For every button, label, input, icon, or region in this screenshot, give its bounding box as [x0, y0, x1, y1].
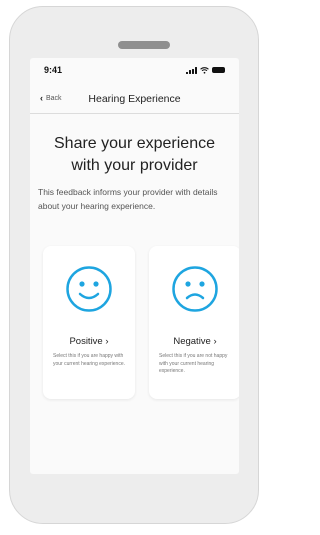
negative-option-card[interactable]: Negative › Select this if you are not ha… [149, 246, 239, 399]
nav-divider [30, 113, 239, 114]
status-bar: 9:41 [30, 58, 239, 82]
description-text: This feedback informs your provider with… [38, 187, 218, 211]
negative-label: Negative › [173, 336, 217, 347]
device-speaker [118, 41, 170, 49]
positive-option-card[interactable]: Positive › Select this if you are happy … [43, 246, 135, 399]
nav-bar: ‹ Back Hearing Experience [30, 90, 239, 110]
negative-description: Select this if you are not happy with yo… [159, 353, 228, 374]
app-screen: 9:41 ‹ Back Hearing Experience Share you… [30, 58, 239, 474]
signal-icon [186, 66, 197, 74]
battery-icon [212, 67, 225, 73]
status-icons [186, 66, 225, 74]
smiley-happy-icon [66, 266, 112, 312]
headline-line-2: with your provider [71, 157, 198, 174]
headline: Share your experience with your provider [30, 133, 239, 177]
smiley-sad-icon [172, 266, 218, 312]
wifi-icon [200, 66, 209, 74]
page-title: Hearing Experience [88, 93, 181, 105]
headline-line-1: Share your experience [54, 135, 215, 152]
positive-description: Select this if you are happy with your c… [53, 353, 125, 367]
status-time: 9:41 [44, 65, 63, 75]
positive-label: Positive › [69, 336, 109, 347]
